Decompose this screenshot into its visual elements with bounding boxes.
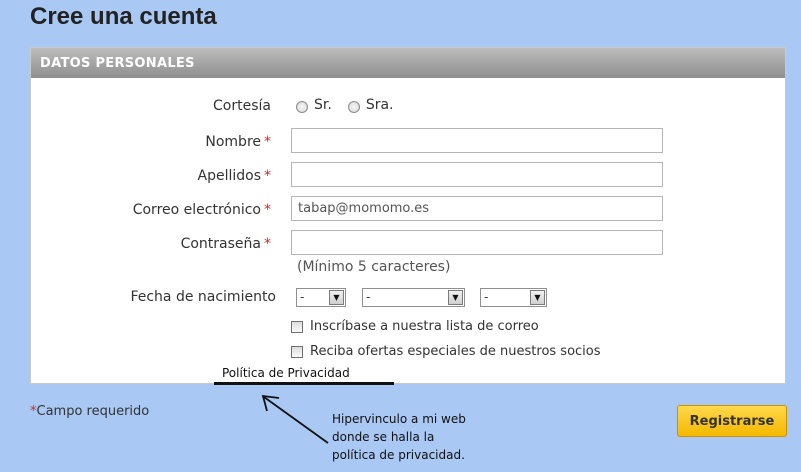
offers-checkbox[interactable] [291,345,303,358]
newsletter-checkbox[interactable] [291,320,303,333]
day-select-value: - [300,290,305,304]
annotation-line: política de privacidad. [332,448,465,462]
required-star: * [264,236,271,252]
radio-sr-label: Sr. [314,97,332,113]
year-select-value: - [484,290,489,304]
required-note-text: Campo requerido [36,404,150,419]
page-title: Cree una cuenta [30,3,217,30]
register-button[interactable]: Registrarse [677,405,787,437]
year-select[interactable]: - ▼ [480,288,547,307]
required-note: *Campo requerido [30,404,149,419]
personal-data-panel: DATOS PERSONALES Cortesía Sr. Sra. Nombr… [30,47,786,385]
radio-sr[interactable] [296,101,308,113]
chevron-down-icon: ▼ [530,290,545,305]
radio-sra[interactable] [347,101,360,113]
privacy-policy-link[interactable]: Política de Privacidad [222,366,350,381]
required-star: * [264,202,271,218]
password-input[interactable] [291,230,663,255]
annotation-line: Hipervinculo a mi web [332,412,466,426]
privacy-underline [214,382,394,385]
nombre-input[interactable] [291,128,663,153]
month-select[interactable]: - ▼ [362,288,465,307]
required-star: * [264,168,271,184]
contrasena-label: Contraseña * [180,236,271,252]
arrow-icon [261,394,329,444]
day-select[interactable]: - ▼ [296,288,346,307]
panel-header: DATOS PERSONALES [31,48,785,78]
annotation-note: Hipervinculo a mi web donde se halla la … [332,410,502,464]
apellidos-label: Apellidos * [197,168,272,184]
month-select-value: - [366,290,371,304]
apellidos-input[interactable] [291,162,663,187]
radio-sra-label: Sra. [365,97,394,113]
email-input[interactable] [291,196,663,221]
chevron-down-icon: ▼ [329,290,344,305]
cortesia-label: Cortesía [213,98,271,114]
password-hint: (Mínimo 5 caracteres) [297,259,451,275]
newsletter-row: Inscríbase a nuestra lista de correo [291,319,539,334]
newsletter-label: Inscríbase a nuestra lista de correo [310,319,539,334]
nombre-label: Nombre * [205,134,271,150]
cortesia-radio-group: Sr. Sra. [296,97,409,113]
chevron-down-icon: ▼ [448,290,463,305]
correo-label: Correo electrónico * [132,202,271,218]
fecha-label: Fecha de nacimiento [130,289,276,305]
offers-label: Reciba ofertas especiales de nuestros so… [310,344,601,359]
annotation-line: donde se halla la [332,430,435,444]
offers-row: Reciba ofertas especiales de nuestros so… [291,344,601,359]
required-star: * [264,134,271,150]
